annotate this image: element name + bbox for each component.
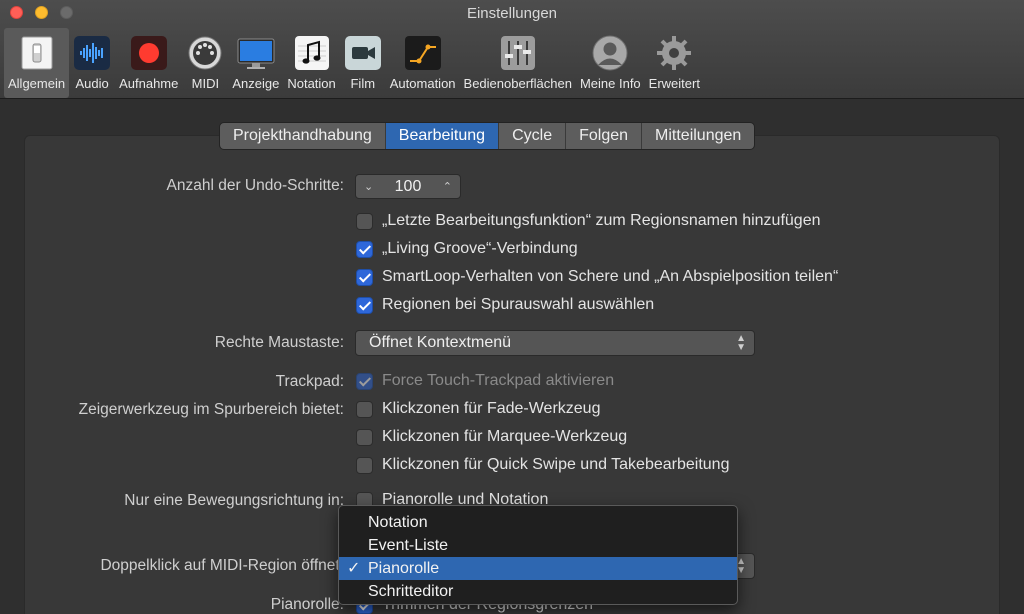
checkbox-row[interactable]: „Living Groove“-Verbindung <box>356 239 578 259</box>
pianoroll-label: Pianorolle: <box>270 596 344 613</box>
menu-item-event-liste[interactable]: Event-Liste <box>339 534 737 557</box>
toolbar-item-bedienoberflaechen[interactable]: Bedienoberflächen <box>460 28 576 98</box>
pointer-tool-label: Zeigerwerkzeug im Spurbereich bietet: <box>78 401 344 418</box>
checkbox[interactable] <box>356 212 373 230</box>
tab-folgen[interactable]: Folgen <box>566 123 643 149</box>
checkbox-row: Force Touch-Trackpad aktivieren <box>356 371 614 391</box>
menu-item-pianorolle[interactable]: ✓ Pianorolle <box>339 557 737 580</box>
toolbar-item-erweitert[interactable]: Erweitert <box>645 28 704 98</box>
checkbox-row[interactable]: „Letzte Bearbeitungsfunktion“ zum Region… <box>356 211 821 231</box>
double-click-label: Doppelklick auf MIDI-Region öffnet: <box>100 557 344 574</box>
checkbox-row[interactable]: Klickzonen für Quick Swipe und Takebearb… <box>356 455 729 475</box>
checkbox-row[interactable]: Regionen bei Spurauswahl auswählen <box>356 295 654 315</box>
checkbox-label: SmartLoop-Verhalten von Schere und „An A… <box>382 268 839 285</box>
display-icon <box>237 34 275 72</box>
checkbox[interactable] <box>356 428 373 446</box>
checkbox-label: Klickzonen für Quick Swipe und Takebearb… <box>382 456 730 473</box>
tab-bearbeitung[interactable]: Bearbeitung <box>385 123 500 149</box>
checkmark-icon: ✓ <box>347 560 361 577</box>
toolbar-label: Audio <box>75 76 109 91</box>
toolbar-item-audio[interactable]: Audio <box>69 28 115 98</box>
switch-icon <box>18 34 56 72</box>
video-camera-icon <box>344 34 382 72</box>
direction-label: Nur eine Bewegungsrichtung in: <box>124 492 344 509</box>
checkbox-label: Regionen bei Spurauswahl auswählen <box>382 296 655 313</box>
music-note-icon <box>293 34 331 72</box>
toolbar-label: Erweitert <box>648 76 700 91</box>
trackpad-label: Trackpad: <box>275 373 344 390</box>
tab-projekthandhabung[interactable]: Projekthandhabung <box>220 123 386 149</box>
user-silhouette-icon <box>591 34 629 72</box>
checkbox-label: „Letzte Bearbeitungsfunktion“ zum Region… <box>382 212 821 229</box>
toolbar-item-notation[interactable]: Notation <box>283 28 339 98</box>
undo-steps-stepper[interactable]: ⌄ 100 ⌃ <box>355 174 461 199</box>
checkbox-label: „Living Groove“-Verbindung <box>382 240 578 257</box>
toolbar-item-film[interactable]: Film <box>340 28 386 98</box>
checkbox[interactable] <box>356 400 373 418</box>
checkbox[interactable] <box>356 268 373 286</box>
chevron-updown-icon: ▲ ▼ <box>736 333 746 353</box>
waveform-icon <box>73 34 111 72</box>
preferences-toolbar: Allgemein Audio Aufnahme MIDI Anzeige No… <box>4 28 704 98</box>
toolbar-item-anzeige[interactable]: Anzeige <box>228 28 283 98</box>
toolbar-item-allgemein[interactable]: Allgemein <box>4 28 70 98</box>
right-mouse-popup[interactable]: Öffnet Kontextmenü ▲ ▼ <box>355 330 755 356</box>
checkbox <box>356 372 373 390</box>
toolbar-label: Meine Info <box>579 76 641 91</box>
toolbar-label: Bedienoberflächen <box>463 76 572 91</box>
toolbar-label: MIDI <box>191 76 220 91</box>
chevron-down-icon[interactable]: ⌄ <box>364 180 373 193</box>
title-bar: Einstellungen Allgemein Audio Aufnahme M… <box>0 0 1024 99</box>
undo-steps-value: 100 <box>394 177 422 195</box>
menu-item-schritteditor[interactable]: Schritteditor <box>339 580 737 603</box>
tab-mitteilungen[interactable]: Mitteilungen <box>642 123 754 149</box>
checkbox-row[interactable]: SmartLoop-Verhalten von Schere und „An A… <box>356 267 838 287</box>
menu-item-label: Pianorolle <box>368 560 440 577</box>
checkbox[interactable] <box>356 240 373 258</box>
checkbox-row[interactable]: Klickzonen für Fade-Werkzeug <box>356 399 600 419</box>
toolbar-item-meine-info[interactable]: Meine Info <box>576 28 645 98</box>
chevron-up-icon[interactable]: ⌃ <box>443 180 452 193</box>
record-icon <box>130 34 168 72</box>
window-title: Einstellungen <box>466 5 558 22</box>
toolbar-label: Automation <box>389 76 456 91</box>
toolbar-label: Aufnahme <box>119 76 179 91</box>
toolbar-label: Film <box>350 76 376 91</box>
tab-bar: Projekthandhabung Bearbeitung Cycle Folg… <box>219 122 756 150</box>
checkbox-label: Klickzonen für Marquee-Werkzeug <box>382 428 628 445</box>
toolbar-item-automation[interactable]: Automation <box>386 28 460 98</box>
undo-steps-label: Anzahl der Undo-Schritte: <box>166 177 344 194</box>
checkbox-label: Force Touch-Trackpad aktivieren <box>382 372 615 389</box>
toolbar-label: Allgemein <box>8 76 66 91</box>
right-mouse-value: Öffnet Kontextmenü <box>369 334 512 351</box>
checkbox-row[interactable]: Klickzonen für Marquee-Werkzeug <box>356 427 627 447</box>
checkbox[interactable] <box>356 296 373 314</box>
double-click-menu: Notation Event-Liste ✓ Pianorolle Schrit… <box>338 505 738 605</box>
right-mouse-label: Rechte Maustaste: <box>214 334 344 351</box>
menu-item-notation[interactable]: Notation <box>339 511 737 534</box>
checkbox[interactable] <box>356 456 373 474</box>
gear-icon <box>655 34 693 72</box>
toolbar-item-midi[interactable]: MIDI <box>182 28 228 98</box>
toolbar-label: Anzeige <box>232 76 280 91</box>
faders-icon <box>499 34 537 72</box>
toolbar-item-aufnahme[interactable]: Aufnahme <box>115 28 182 98</box>
tab-cycle[interactable]: Cycle <box>499 123 567 149</box>
toolbar-label: Notation <box>287 76 336 91</box>
checkbox-label: Klickzonen für Fade-Werkzeug <box>382 400 601 417</box>
midi-connector-icon <box>186 34 224 72</box>
automation-curve-icon <box>404 34 442 72</box>
